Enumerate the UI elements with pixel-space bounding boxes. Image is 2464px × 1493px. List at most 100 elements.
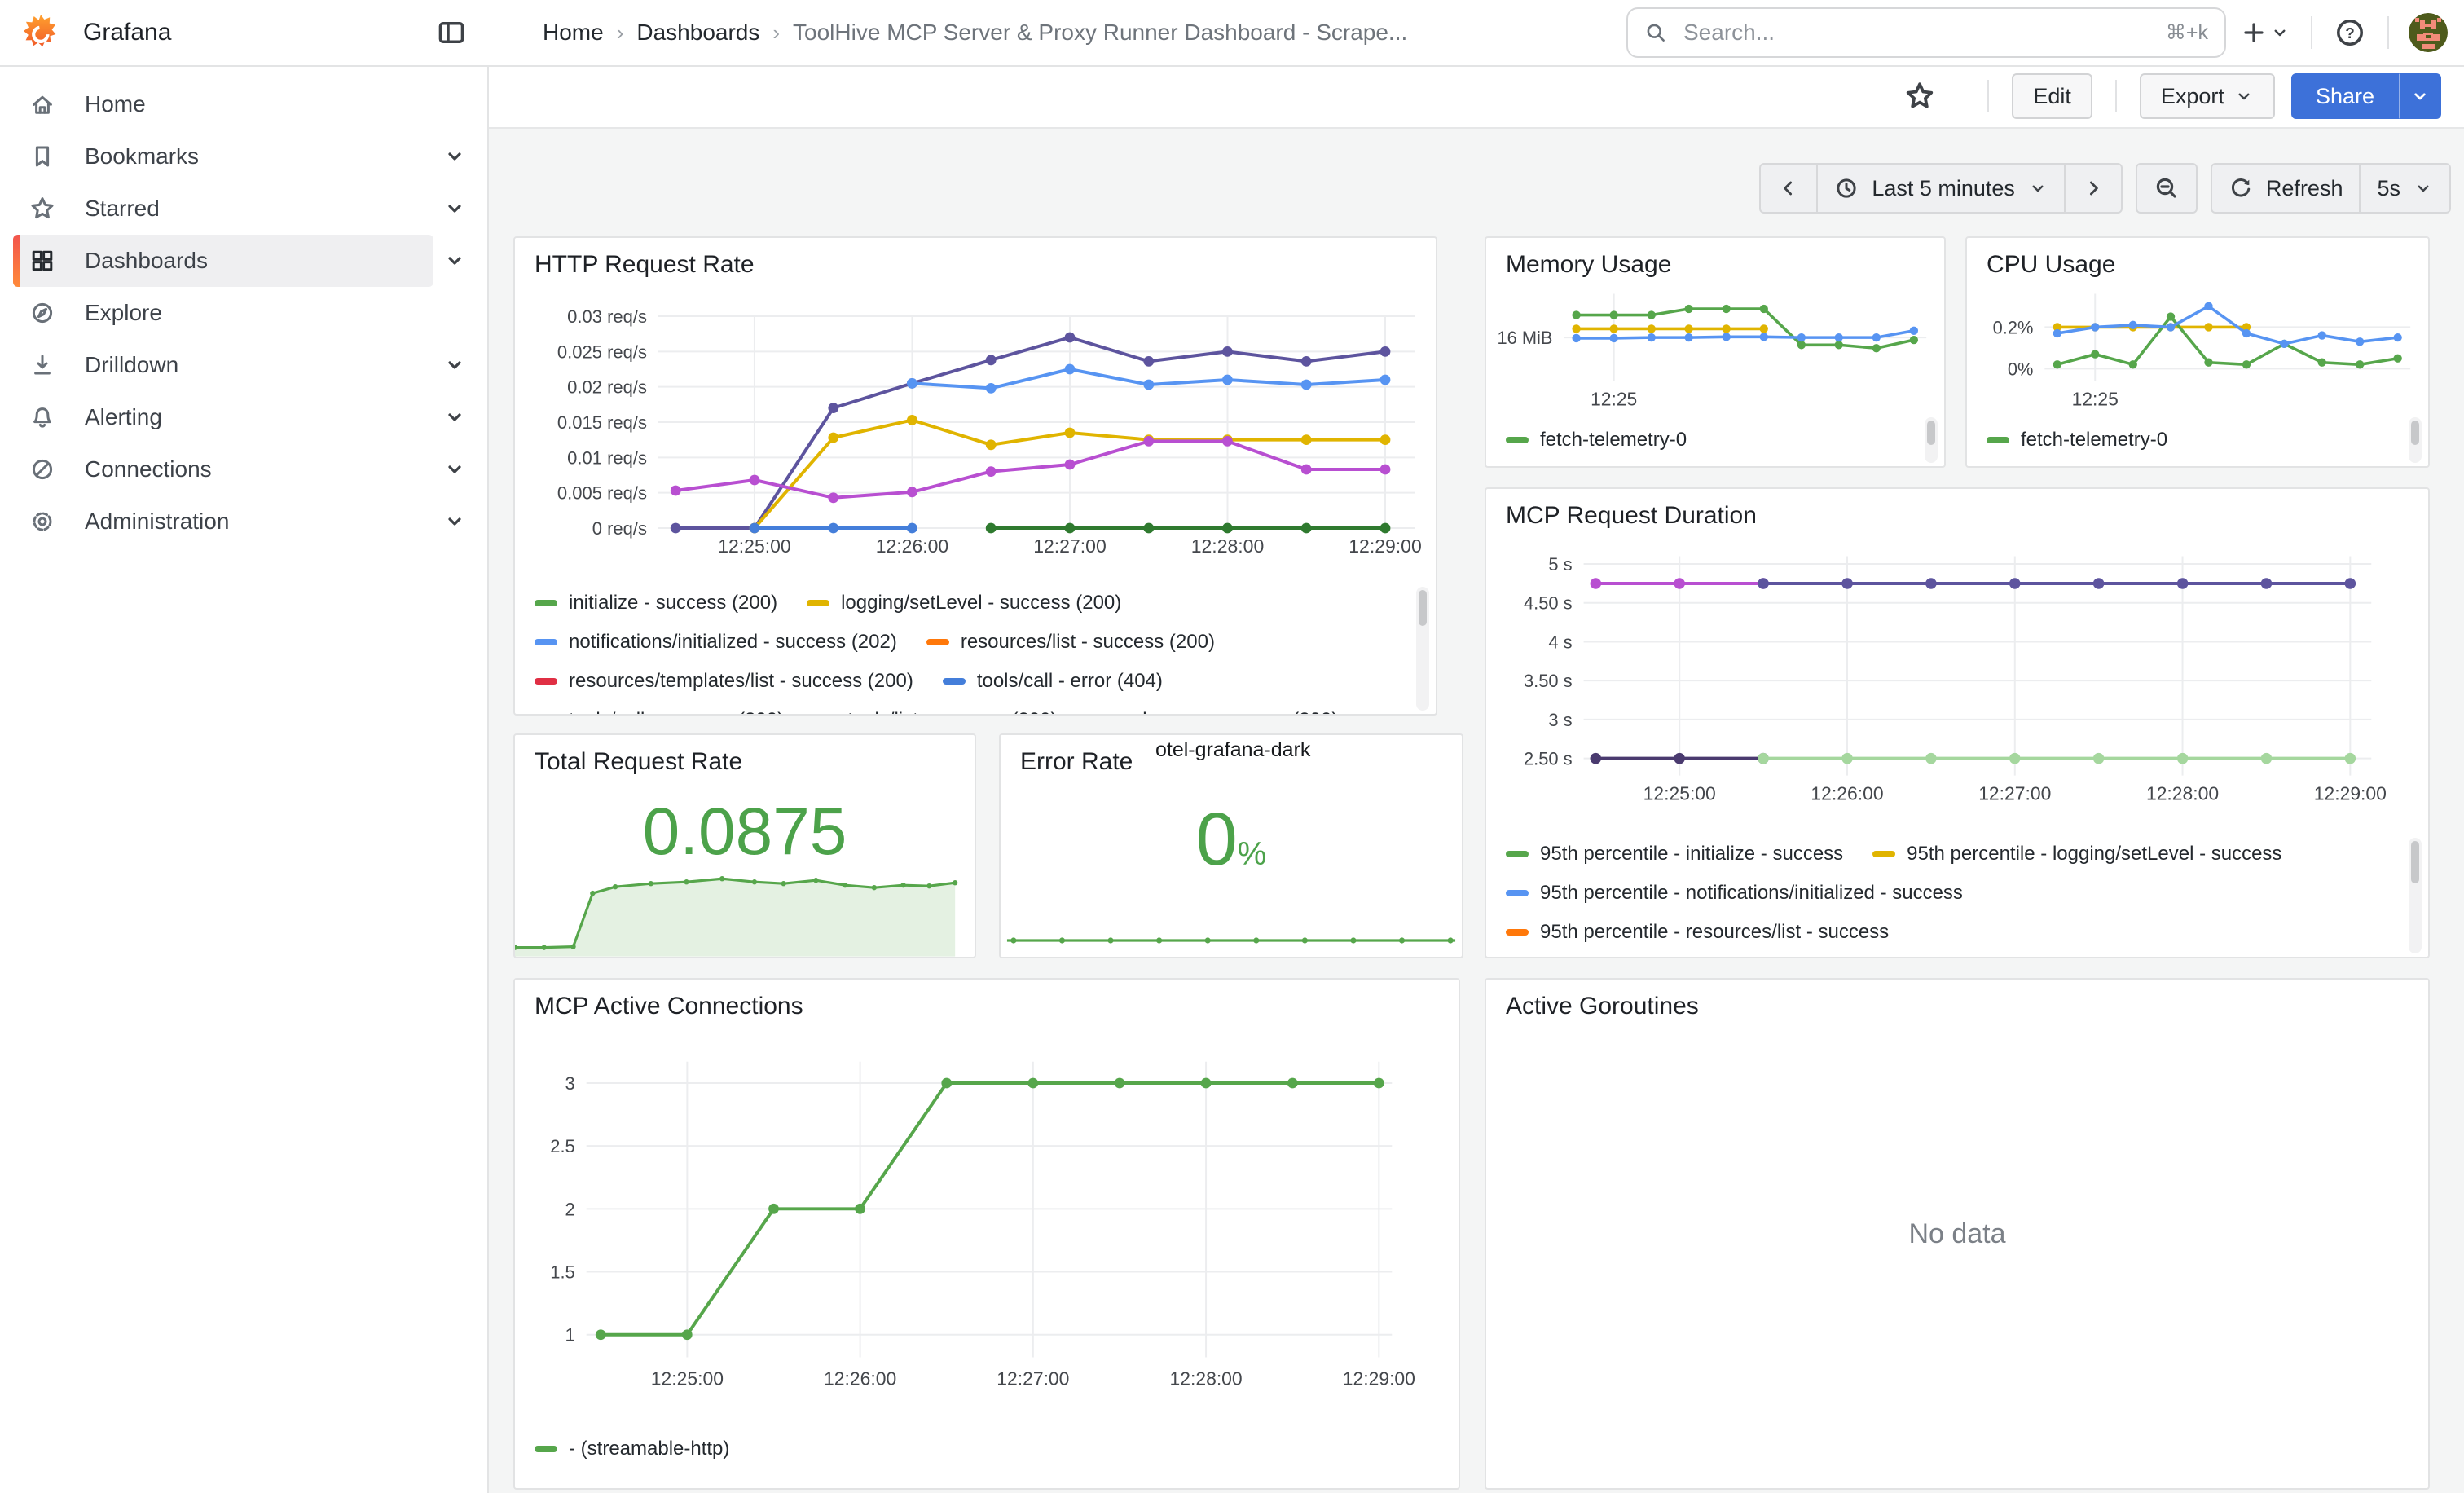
refresh-button[interactable]: Refresh <box>2211 163 2361 214</box>
sidebar-item-administration[interactable]: Administration <box>0 495 487 548</box>
sidebar-item-drilldown[interactable]: Drilldown <box>0 339 487 391</box>
legend-swatch <box>1506 929 1529 936</box>
memory-usage-chart: 16 MiB12:25 <box>1486 284 1944 424</box>
legend-item[interactable]: unknown - success (200) <box>1087 709 1339 714</box>
sidebar-item-bookmarks[interactable]: Bookmarks <box>0 130 487 183</box>
legend-item[interactable]: initialize - success (200) <box>535 592 777 614</box>
svg-text:0.02 req/s: 0.02 req/s <box>567 377 647 398</box>
refresh-icon <box>2229 176 2253 200</box>
sidebar-item-explore[interactable]: Explore <box>0 287 487 339</box>
legend-swatch <box>535 1446 557 1452</box>
search-box[interactable]: ⌘+k <box>1626 7 2226 58</box>
legend-row: 95th percentile - resources/templates/li… <box>1506 952 2399 957</box>
help-icon[interactable]: ? <box>2319 16 2381 49</box>
dashboard-content: Edit Export Share <box>487 65 2464 1493</box>
sidebar-item-starred[interactable]: Starred <box>0 183 487 235</box>
gear-icon <box>29 509 55 535</box>
chart-legend[interactable]: - (streamable-http) <box>535 1429 1429 1475</box>
refresh-interval-dropdown[interactable]: 5s <box>2359 163 2451 214</box>
svg-text:1.5: 1.5 <box>550 1262 574 1282</box>
svg-text:12:25:00: 12:25:00 <box>651 1367 724 1389</box>
legend-row: 95th percentile - initialize - success 95… <box>1506 835 2399 874</box>
breadcrumb-home[interactable]: Home <box>543 20 604 46</box>
legend-item[interactable]: tools/call - success (200) <box>535 709 784 714</box>
chevron-down-icon[interactable] <box>442 456 468 482</box>
sidebar-item-label: Dashboards <box>85 248 208 274</box>
chart-legend[interactable]: fetch-telemetry-0 <box>1987 421 2399 463</box>
legend-item[interactable]: 95th percentile - notifications/initiali… <box>1506 882 1963 905</box>
mcp-request-duration-chart: 5 s4.50 s4 s3.50 s3 s2.50 s12:25:0012:26… <box>1486 548 2428 808</box>
legend-item[interactable]: 95th percentile - initialize - success <box>1506 843 1843 865</box>
sidebar-item-label: Alerting <box>85 404 162 430</box>
sidebar-item-connections[interactable]: Connections <box>0 443 487 495</box>
legend-item[interactable]: resources/list - success (200) <box>926 631 1215 654</box>
panel-title[interactable]: Total Request Rate <box>535 748 742 776</box>
legend-scrollbar[interactable] <box>2409 417 2422 463</box>
sidebar-item-alerting[interactable]: Alerting <box>0 391 487 443</box>
svg-text:12:29:00: 12:29:00 <box>2314 782 2387 804</box>
legend-scrollbar[interactable] <box>1925 417 1938 463</box>
share-button[interactable]: Share <box>2291 73 2399 119</box>
legend-item[interactable]: tools/list - success (200) <box>813 709 1057 714</box>
panel-title[interactable]: Memory Usage <box>1506 251 1671 279</box>
chart-legend[interactable]: initialize - success (200) logging/setLev… <box>535 584 1406 714</box>
legend-item[interactable]: fetch-telemetry-0 <box>1987 429 2167 451</box>
legend-swatch <box>1987 437 2009 443</box>
chevron-down-icon[interactable] <box>442 248 468 274</box>
favorite-star-button[interactable] <box>1904 81 1935 112</box>
legend-item[interactable]: 95th percentile - logging/setLevel - suc… <box>1872 843 2281 865</box>
dashboard-canvas: Last 5 minutes Refresh 5 <box>487 129 2464 1493</box>
svg-text:4.50 s: 4.50 s <box>1524 593 1573 614</box>
dashboard-toolbar: Edit Export Share <box>487 65 2464 129</box>
chevron-down-icon[interactable] <box>442 143 468 170</box>
topbar-actions: ⌘+k ? <box>1626 7 2464 58</box>
time-back-button[interactable] <box>1759 163 1818 214</box>
chevron-down-icon[interactable] <box>442 196 468 222</box>
sidebar-item-label: Bookmarks <box>85 143 199 170</box>
panel-title[interactable]: CPU Usage <box>1987 251 2115 279</box>
breadcrumb-current-page[interactable]: ToolHive MCP Server & Proxy Runner Dashb… <box>793 20 1407 46</box>
share-caret-button[interactable] <box>2399 73 2441 119</box>
dock-sidebar-icon[interactable] <box>437 18 466 47</box>
legend-item[interactable]: fetch-telemetry-0 <box>1506 429 1687 451</box>
panel-title[interactable]: HTTP Request Rate <box>535 251 755 279</box>
legend-item[interactable]: notifications/initialized - success (202… <box>535 631 897 654</box>
legend-item[interactable]: logging/setLevel - success (200) <box>807 592 1121 614</box>
edit-button[interactable]: Edit <box>2012 73 2092 119</box>
breadcrumb-separator: › <box>772 20 780 46</box>
legend-scrollbar[interactable] <box>1416 587 1429 711</box>
search-input[interactable] <box>1680 18 2153 47</box>
add-new-button[interactable] <box>2226 20 2304 46</box>
share-button-group: Share <box>2291 73 2441 119</box>
svg-text:0.03 req/s: 0.03 req/s <box>567 306 647 327</box>
export-button[interactable]: Export <box>2140 73 2275 119</box>
breadcrumb-dashboards[interactable]: Dashboards <box>636 20 759 46</box>
svg-text:3.50 s: 3.50 s <box>1524 671 1573 691</box>
chevron-down-icon[interactable] <box>442 352 468 378</box>
chart-legend[interactable]: fetch-telemetry-0 <box>1506 421 1915 463</box>
divider <box>1987 80 1989 112</box>
grafana-logo-icon[interactable] <box>21 13 60 52</box>
legend-item[interactable]: - (streamable-http) <box>535 1438 729 1460</box>
zoom-out-icon <box>2154 175 2180 201</box>
legend-item[interactable]: tools/call - error (404) <box>943 670 1163 693</box>
zoom-out-button[interactable] <box>2136 163 2198 214</box>
user-avatar[interactable] <box>2409 13 2448 52</box>
sidebar-item-dashboards[interactable]: Dashboards <box>13 235 433 287</box>
mcp-active-connections-chart: 32.521.5112:25:0012:26:0012:27:0012:28:0… <box>515 1038 1459 1429</box>
chevron-down-icon[interactable] <box>442 509 468 535</box>
time-range-picker[interactable]: Last 5 minutes <box>1816 163 2066 214</box>
legend-scrollbar[interactable] <box>2409 838 2422 953</box>
legend-row: notifications/initialized - success (202… <box>535 623 1406 662</box>
legend-item[interactable]: 95th percentile - resources/list - succe… <box>1506 921 1889 944</box>
time-forward-button[interactable] <box>2064 163 2123 214</box>
legend-item[interactable]: resources/templates/list - success (200) <box>535 670 913 693</box>
chart-legend[interactable]: 95th percentile - initialize - success 95… <box>1506 835 2399 957</box>
panel-title[interactable]: MCP Request Duration <box>1506 502 1757 530</box>
svg-text:0.015 req/s: 0.015 req/s <box>557 412 647 433</box>
panel-title[interactable]: MCP Active Connections <box>535 993 803 1020</box>
sidebar-item-home[interactable]: Home <box>0 78 487 130</box>
chevron-down-icon[interactable] <box>442 404 468 430</box>
legend-swatch <box>535 678 557 685</box>
panel-title[interactable]: Error Rate <box>1020 748 1133 776</box>
